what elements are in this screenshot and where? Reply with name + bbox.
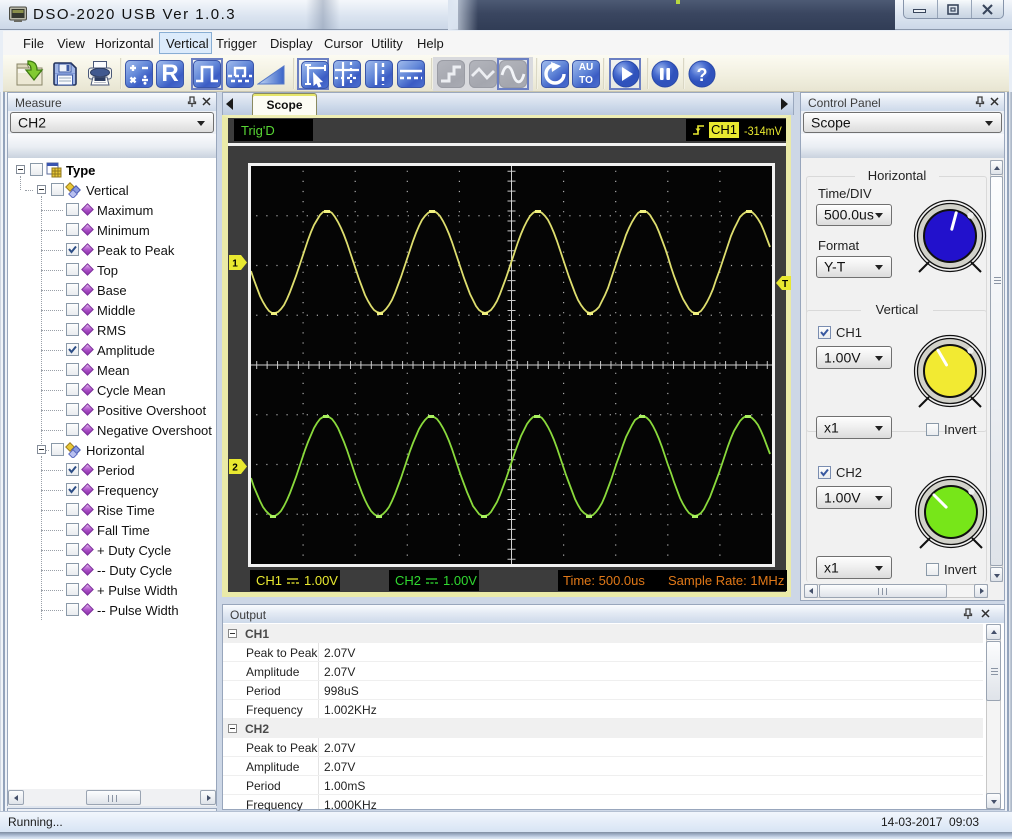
svg-text:T: T — [782, 279, 788, 290]
svg-text:?: ? — [697, 65, 708, 85]
svg-text:1: 1 — [232, 259, 238, 270]
svg-text:2: 2 — [232, 463, 238, 474]
